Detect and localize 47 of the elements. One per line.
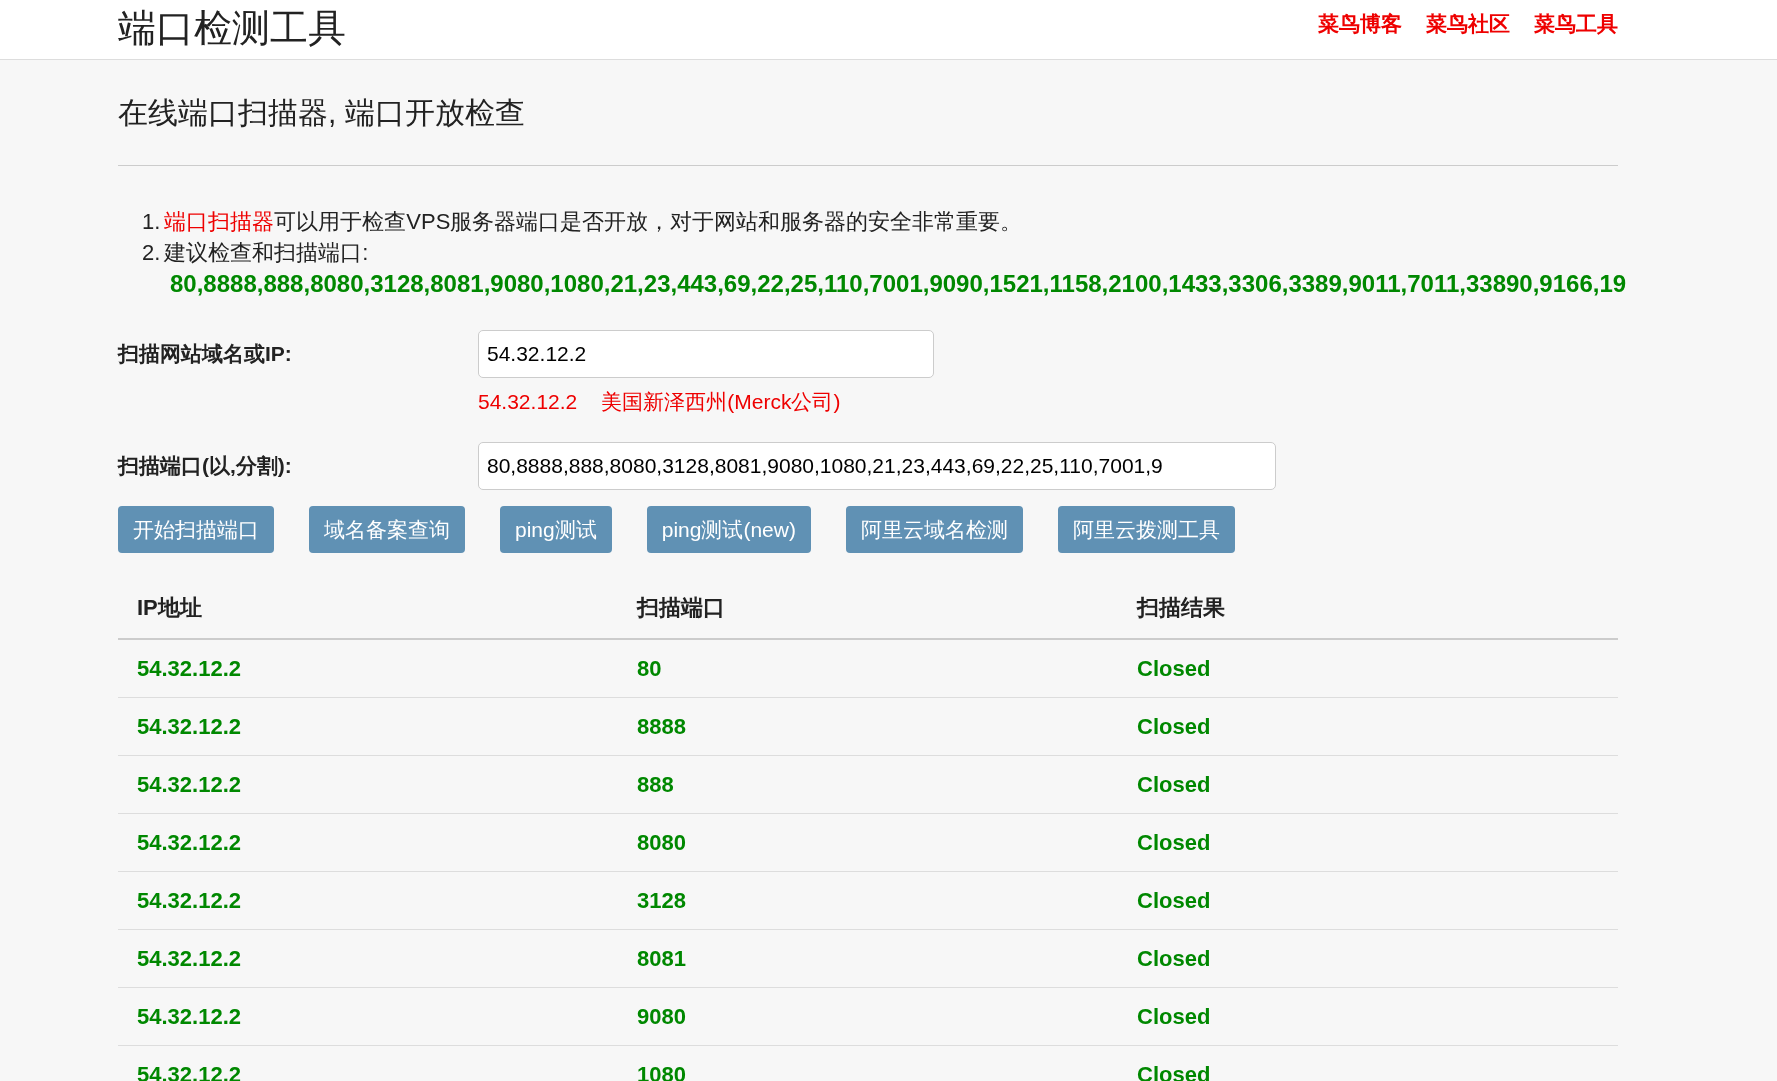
- table-cell: 888: [618, 756, 1118, 814]
- table-cell: Closed: [1118, 872, 1618, 930]
- table-cell: 80: [618, 640, 1118, 698]
- table-cell: Closed: [1118, 756, 1618, 814]
- table-cell: Closed: [1118, 640, 1618, 698]
- table-cell: 54.32.12.2: [118, 872, 618, 930]
- column-header: 扫描端口: [618, 577, 1118, 640]
- table-cell: 8080: [618, 814, 1118, 872]
- table-cell: 54.32.12.2: [118, 814, 618, 872]
- host-input-field[interactable]: 54.32.12.2: [478, 330, 934, 378]
- action-button[interactable]: 开始扫描端口: [118, 505, 274, 553]
- list-marker: 1.: [142, 208, 161, 236]
- list-text: 建议检查和扫描端口:: [164, 240, 369, 265]
- action-button[interactable]: ping测试(new): [646, 505, 811, 553]
- nav-link[interactable]: 菜鸟社区: [1426, 8, 1510, 40]
- table-cell: 3128: [618, 872, 1118, 930]
- table-cell: 54.32.12.2: [118, 988, 618, 1046]
- table-cell: 54.32.12.2: [118, 698, 618, 756]
- column-header: IP地址: [118, 577, 618, 640]
- nav-link[interactable]: 菜鸟工具: [1534, 8, 1618, 40]
- column-header: 扫描结果: [1118, 577, 1618, 640]
- nav-link[interactable]: 菜鸟博客: [1318, 8, 1402, 40]
- action-button[interactable]: ping测试: [500, 505, 612, 553]
- action-button[interactable]: 阿里云拨测工具: [1057, 505, 1235, 553]
- action-button[interactable]: 阿里云域名检测: [845, 505, 1023, 553]
- list-marker: 2.: [142, 239, 161, 267]
- site-title: 端口检测工具: [118, 6, 346, 51]
- table-cell: Closed: [1118, 698, 1618, 756]
- table-cell: Closed: [1118, 988, 1618, 1046]
- field-label: 扫描网站域名或IP:: [118, 341, 293, 368]
- table-cell: Closed: [1118, 814, 1618, 872]
- location-ip: 54.32.12.2: [478, 389, 578, 415]
- table-cell: 9080: [618, 988, 1118, 1046]
- action-button[interactable]: 域名备案查询: [309, 505, 465, 553]
- list-text: 端口扫描器可以用于检查VPS服务器端口是否开放，对于网站和服务器的安全非常重要。: [164, 209, 1023, 234]
- location-text: 美国新泽西州(Merck公司): [601, 389, 841, 415]
- table-cell: 54.32.12.2: [118, 930, 618, 988]
- table-cell: Closed: [1118, 930, 1618, 988]
- table-cell: 8081: [618, 930, 1118, 988]
- page-subtitle: 在线端口扫描器, 端口开放检查: [118, 96, 525, 129]
- table-cell: 8888: [618, 698, 1118, 756]
- table-cell: 54.32.12.2: [118, 756, 618, 814]
- ports-input-field[interactable]: 80,8888,888,8080,3128,8081,9080,1080,21,23,443,69,22,25,110,7001,9: [478, 441, 1276, 490]
- port-list: 80,8888,888,8080,3128,8081,9080,1080,21,23,443,69,22,25,110,7001,9090,1521,1158,2100,1433,3306,3389,9011,7011,33890,9166,19: [170, 268, 1627, 300]
- scanner-link[interactable]: 端口扫描器: [164, 209, 275, 234]
- table-cell: 54.32.12.2: [118, 640, 618, 698]
- field-label: 扫描端口(以,分割):: [118, 452, 293, 479]
